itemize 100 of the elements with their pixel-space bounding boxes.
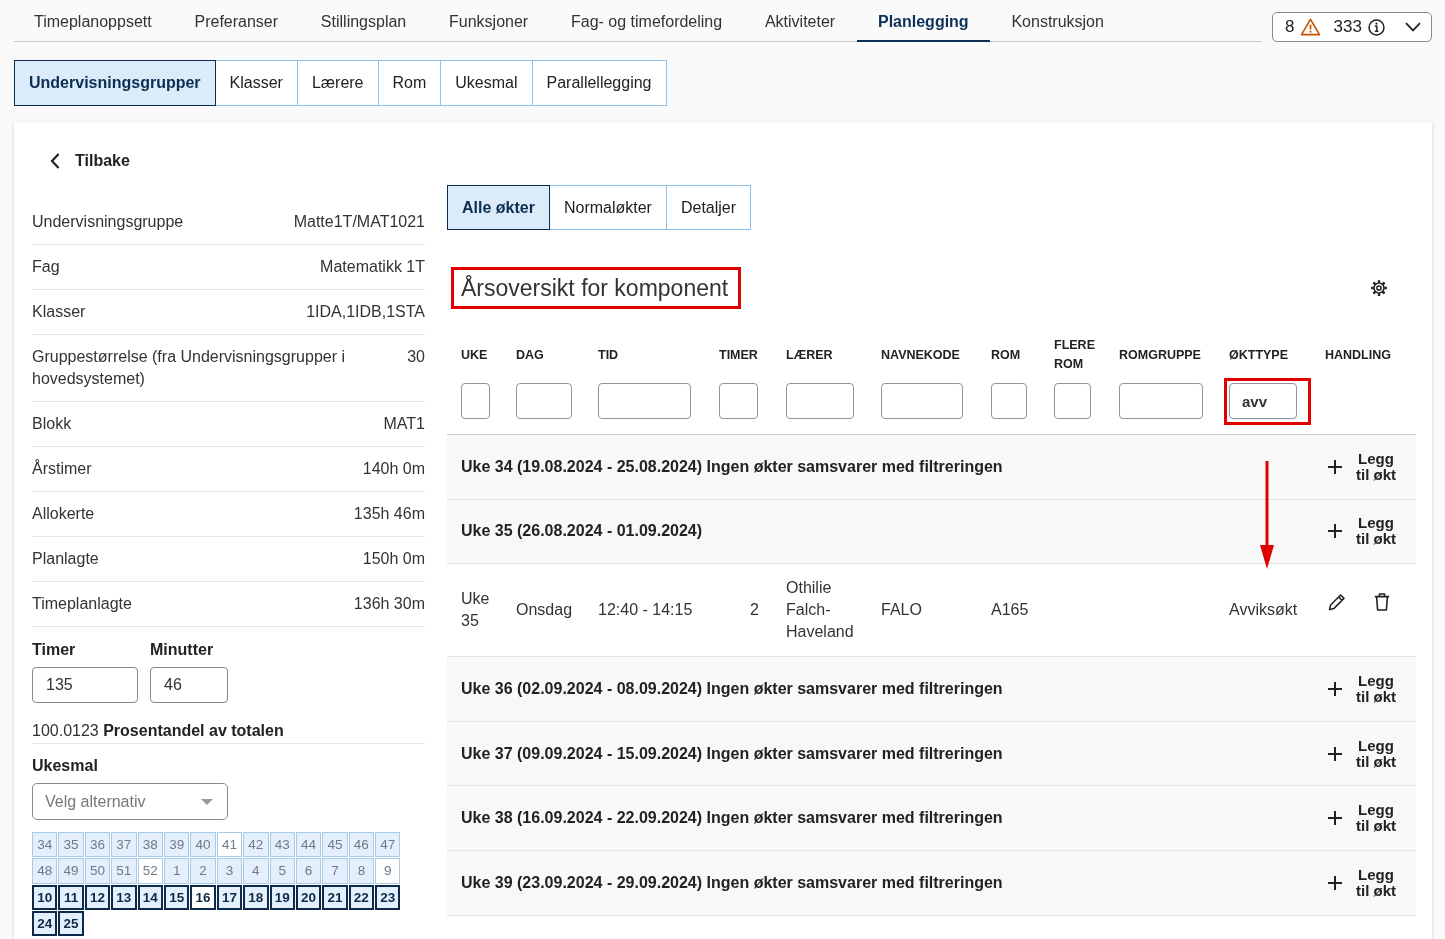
warning-icon: [1300, 18, 1322, 36]
week-cell[interactable]: 14: [137, 884, 163, 910]
number-field[interactable]: 135: [32, 667, 138, 703]
week-cell[interactable]: 25: [58, 910, 84, 937]
warning-count: 8: [1285, 17, 1295, 37]
trash-icon[interactable]: [1374, 593, 1390, 612]
tab[interactable]: Klasser: [214, 60, 298, 106]
week-cell[interactable]: 39: [163, 832, 190, 858]
filter-field[interactable]: [1054, 383, 1091, 419]
week-cell[interactable]: 48: [32, 858, 58, 884]
week-cell[interactable]: 16: [190, 884, 216, 910]
nav-tab[interactable]: Stillingsplan: [299, 0, 428, 42]
week-cell[interactable]: 10: [32, 884, 58, 910]
week-cell[interactable]: 15: [163, 884, 190, 910]
detail-label: Årstimer: [32, 458, 92, 479]
nav-tab[interactable]: Fag- og timefordeling: [549, 0, 744, 42]
week-cell[interactable]: 38: [137, 832, 163, 858]
filter-field[interactable]: [1119, 383, 1203, 419]
week-cell[interactable]: 36: [84, 832, 111, 858]
week-cell[interactable]: 52: [137, 858, 163, 884]
tab[interactable]: Rom: [377, 60, 442, 106]
tab[interactable]: Undervisningsgrupper: [14, 60, 216, 106]
week-cell[interactable]: 42: [243, 832, 269, 858]
week-cell[interactable]: 18: [243, 884, 269, 910]
add-session-button[interactable]: Legg til økt: [1325, 515, 1400, 548]
week-cell[interactable]: 50: [84, 858, 111, 884]
week-cell[interactable]: 19: [269, 884, 295, 910]
settings-icon[interactable]: [1370, 279, 1388, 297]
filter-field[interactable]: avv: [1229, 383, 1297, 419]
tab[interactable]: Alle økter: [447, 185, 550, 230]
tab[interactable]: Lærere: [296, 60, 379, 106]
add-session-button[interactable]: Legg til økt: [1325, 450, 1400, 483]
pencil-icon[interactable]: [1328, 593, 1346, 612]
table-cell-text: Avviksøkt: [1229, 600, 1299, 621]
week-cell[interactable]: 23: [375, 884, 401, 910]
week-cell[interactable]: 24: [32, 910, 58, 937]
week-title: Uke 34 (19.08.2024 - 25.08.2024) Ingen økter samsvarer med filtreringen: [461, 457, 1004, 476]
column-header: TIMER: [719, 346, 759, 364]
column-header: FLERE ROM: [1054, 337, 1096, 373]
nav-tab[interactable]: Timeplanoppsett: [14, 0, 174, 42]
tab[interactable]: Detaljer: [665, 185, 752, 230]
week-cell[interactable]: 4: [243, 858, 269, 884]
week-cell[interactable]: 9: [375, 858, 401, 884]
back-link[interactable]: Tilbake: [46, 150, 134, 172]
nav-tab[interactable]: Funksjoner: [427, 0, 550, 42]
week-cell[interactable]: 11: [58, 884, 84, 910]
filter-field[interactable]: [598, 383, 691, 419]
week-cell[interactable]: 35: [58, 832, 84, 858]
week-cell[interactable]: 2: [190, 858, 216, 884]
week-cell[interactable]: 17: [216, 884, 243, 910]
week-cell[interactable]: 7: [322, 858, 348, 884]
info-icon: [1367, 18, 1385, 36]
tab[interactable]: Ukesmal: [440, 60, 533, 106]
plus-icon: [1328, 682, 1342, 696]
week-cell[interactable]: 13: [111, 884, 137, 910]
week-cell[interactable]: 34: [32, 832, 58, 858]
week-cell[interactable]: 37: [111, 832, 137, 858]
filter-field[interactable]: [786, 383, 854, 419]
info-count: 333: [1333, 17, 1362, 37]
week-cell[interactable]: 49: [58, 858, 84, 884]
column-header: ØKTTYPE: [1229, 346, 1290, 364]
filter-field[interactable]: [991, 383, 1027, 419]
week-title: Uke 37 (09.09.2024 - 15.09.2024) Ingen økter samsvarer med filtreringen: [461, 744, 1004, 763]
filter-field[interactable]: [719, 383, 758, 419]
week-cell[interactable]: 45: [322, 832, 348, 858]
filter-field[interactable]: [516, 383, 572, 419]
nav-tab[interactable]: Aktiviteter: [743, 0, 857, 42]
nav-tab[interactable]: Planlegging: [856, 0, 991, 42]
detail-value: Matte1T/MAT1021: [293, 212, 425, 232]
week-cell[interactable]: 47: [375, 832, 401, 858]
filter-field[interactable]: [461, 383, 490, 419]
week-cell[interactable]: 3: [216, 858, 243, 884]
week-cell[interactable]: 21: [322, 884, 348, 910]
week-cell[interactable]: 43: [269, 832, 295, 858]
caret-icon: [201, 798, 213, 805]
add-session-button[interactable]: Legg til økt: [1325, 866, 1400, 899]
tab[interactable]: Normaløkter: [548, 185, 667, 230]
week-cell[interactable]: 5: [269, 858, 295, 884]
tab[interactable]: Parallellegging: [531, 60, 667, 106]
week-cell[interactable]: 20: [295, 884, 322, 910]
add-session-button[interactable]: Legg til økt: [1325, 673, 1400, 705]
week-cell[interactable]: 12: [84, 884, 111, 910]
add-session-button[interactable]: Legg til økt: [1325, 737, 1400, 770]
week-cell[interactable]: 6: [295, 858, 322, 884]
week-cell[interactable]: 41: [216, 832, 243, 858]
status-dropdown[interactable]: 8 333: [1272, 12, 1432, 42]
week-cell[interactable]: 22: [348, 884, 375, 910]
week-cell[interactable]: 51: [111, 858, 137, 884]
filter-field[interactable]: [881, 383, 963, 419]
week-cell[interactable]: 40: [190, 832, 216, 858]
week-cell[interactable]: 46: [348, 832, 375, 858]
week-cell[interactable]: 44: [295, 832, 322, 858]
number-field[interactable]: 46: [150, 667, 228, 703]
nav-tab[interactable]: Konstruksjon: [990, 0, 1126, 42]
nav-tab[interactable]: Preferanser: [173, 0, 300, 42]
week-cell[interactable]: 1: [163, 858, 190, 884]
add-session-button[interactable]: Legg til økt: [1325, 802, 1400, 835]
dropdown-field[interactable]: Velg alternativ: [32, 783, 228, 820]
chevron-left-icon: [50, 153, 60, 169]
week-cell[interactable]: 8: [348, 858, 375, 884]
